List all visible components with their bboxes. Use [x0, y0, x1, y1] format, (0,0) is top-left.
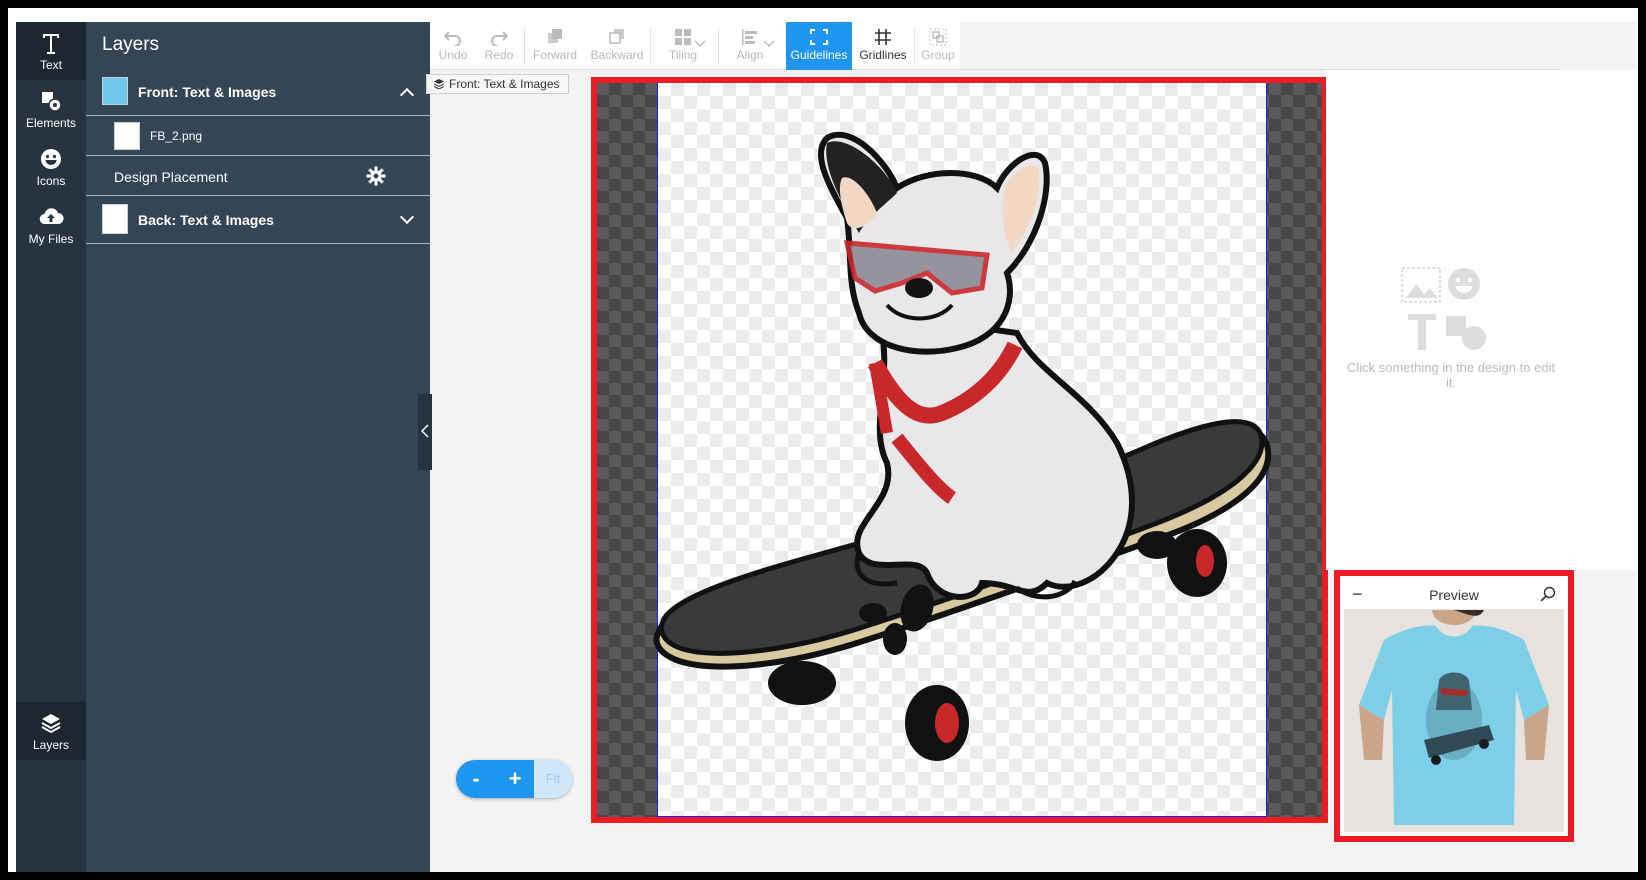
chevron-down-icon[interactable] — [763, 40, 775, 48]
layers-panel: Layers Front: Text & Images FB_2.png Des… — [86, 22, 430, 872]
design-elements-icon — [1401, 267, 1486, 350]
chevron-down-icon[interactable] — [399, 209, 415, 225]
rail-item-my-files[interactable]: My Files — [16, 196, 86, 254]
tiling-label: Tiling — [668, 48, 698, 62]
toolbar-divider — [914, 28, 915, 64]
zoom-control: - + Fit — [456, 760, 572, 798]
toolbar-divider — [650, 28, 651, 64]
preview-image[interactable] — [1344, 610, 1564, 832]
backward-label: Backward — [590, 48, 644, 62]
layer-group-front[interactable]: Front: Text & Images — [86, 68, 430, 116]
breadcrumb[interactable]: Front: Text & Images — [426, 74, 569, 94]
layer-group-back[interactable]: Back: Text & Images — [86, 196, 430, 244]
redo-button[interactable]: Redo — [476, 22, 522, 70]
bring-forward-icon — [548, 29, 562, 43]
layer-item-file[interactable]: FB_2.png — [86, 116, 430, 156]
zoom-in-button[interactable]: + — [496, 760, 534, 798]
smiley-icon — [41, 149, 61, 169]
undo-icon — [443, 31, 461, 46]
group-label: Group — [921, 48, 955, 62]
rail-label: Text — [39, 58, 62, 72]
backward-button[interactable]: Backward — [584, 22, 650, 70]
front-thumbnail — [102, 77, 128, 105]
empty-state-text: Click something in the design to edit it… — [1346, 360, 1556, 390]
fit-button[interactable]: Fit — [534, 760, 572, 798]
chevron-down-icon[interactable] — [694, 40, 706, 48]
carousel-dots — [1414, 829, 1486, 832]
design-canvas[interactable] — [591, 77, 1328, 823]
text-icon — [43, 34, 59, 54]
preview-title: Preview — [1429, 587, 1479, 603]
rail-item-text[interactable]: Text — [16, 22, 86, 80]
zoom-out-button[interactable]: - — [456, 760, 496, 798]
window-frame: Text Elements Icons My Files Layers Laye… — [0, 0, 1646, 880]
chevron-up-icon[interactable] — [399, 87, 415, 103]
rail-label: Layers — [32, 738, 70, 752]
toolbar-divider — [718, 28, 719, 64]
app: Text Elements Icons My Files Layers Laye… — [16, 22, 1638, 872]
layer-group-label: Front: Text & Images — [138, 84, 277, 100]
align-label: Align — [736, 48, 764, 62]
layer-file-name: FB_2.png — [150, 129, 203, 143]
layers-icon — [434, 79, 444, 89]
rail-label: Elements — [25, 116, 77, 130]
rail-label: Icons — [36, 174, 66, 188]
group-icon — [929, 28, 947, 46]
collapse-panel-button[interactable] — [418, 394, 432, 470]
forward-button[interactable]: Forward — [526, 22, 584, 70]
rail-label: My Files — [28, 232, 74, 246]
preview-header: − Preview — [1344, 580, 1564, 610]
file-thumbnail — [114, 122, 140, 150]
gridlines-label: Gridlines — [859, 48, 907, 62]
preview-panel: − Preview — [1334, 570, 1574, 842]
guidelines-button[interactable]: Guidelines — [786, 22, 852, 70]
tshirt-mockup — [1344, 610, 1564, 832]
rail-item-layers[interactable]: Layers — [16, 702, 86, 760]
dog-skateboard-artwork[interactable] — [597, 83, 1322, 817]
back-thumbnail — [102, 204, 128, 234]
toolbar-divider — [524, 28, 525, 64]
align-icon — [742, 29, 757, 45]
design-placement-row[interactable]: Design Placement — [86, 156, 430, 196]
toolbar: Undo Redo Forward Backward Tiling Align — [430, 22, 960, 70]
layer-group-label: Back: Text & Images — [138, 212, 274, 228]
rail-item-icons[interactable]: Icons — [16, 138, 86, 196]
zoom-icon[interactable] — [1540, 586, 1556, 602]
rail-item-elements[interactable]: Elements — [16, 80, 86, 138]
breadcrumb-label: Front: Text & Images — [449, 77, 560, 91]
undo-label: Undo — [438, 48, 468, 62]
forward-label: Forward — [532, 48, 577, 62]
panel-title: Layers — [102, 34, 160, 55]
redo-icon — [491, 31, 509, 46]
guidelines-label: Guidelines — [790, 48, 848, 62]
cloud-upload-icon — [39, 208, 64, 225]
chevron-left-icon — [421, 424, 429, 438]
send-backward-icon — [609, 29, 624, 44]
left-rail: Text Elements Icons My Files Layers — [16, 22, 86, 872]
layers-icon — [41, 714, 61, 734]
gridlines-button[interactable]: Gridlines — [854, 22, 912, 70]
gridlines-icon — [875, 29, 891, 45]
elements-icon — [42, 92, 62, 112]
undo-button[interactable]: Undo — [430, 22, 476, 70]
group-button[interactable]: Group — [916, 22, 960, 70]
redo-label: Redo — [484, 48, 514, 62]
tiling-icon — [675, 29, 691, 45]
gear-icon[interactable] — [366, 166, 386, 186]
guidelines-icon — [810, 29, 828, 45]
design-placement-label: Design Placement — [114, 169, 228, 185]
